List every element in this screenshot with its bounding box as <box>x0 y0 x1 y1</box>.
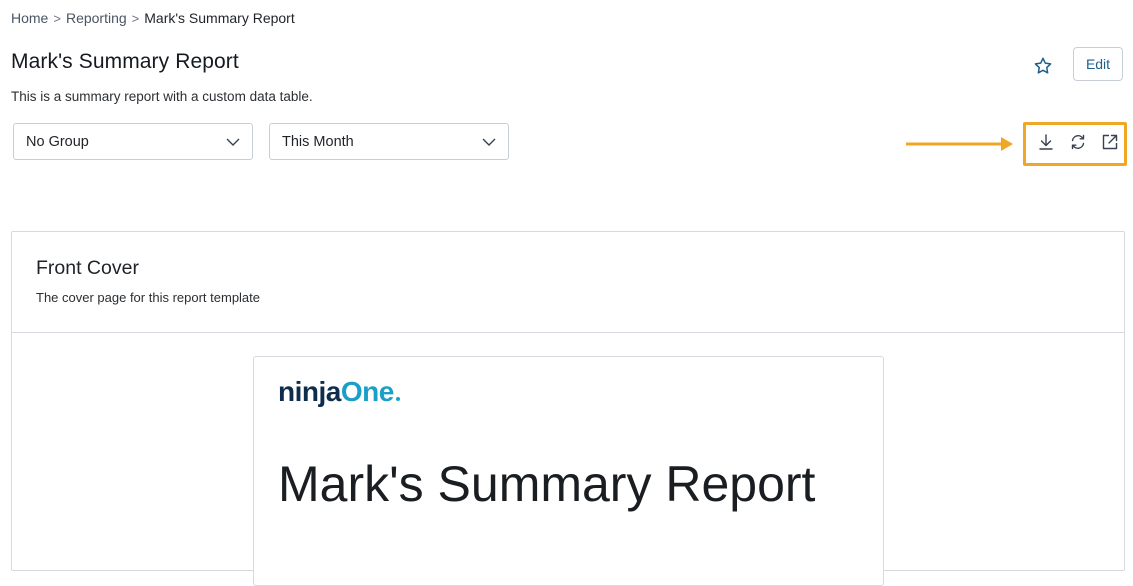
section-description: The cover page for this report template <box>36 290 261 305</box>
date-range-select[interactable]: This Month <box>269 123 509 160</box>
report-preview: Front Cover The cover page for this repo… <box>11 231 1125 586</box>
logo-dot <box>395 397 400 401</box>
group-select[interactable]: No Group <box>13 123 253 160</box>
breadcrumb-reporting[interactable]: Reporting <box>66 10 127 26</box>
favorite-button[interactable] <box>1031 54 1055 78</box>
annotation-arrow <box>906 137 1013 151</box>
open-external-button[interactable] <box>1099 131 1121 153</box>
cover-title: Mark's Summary Report <box>278 456 816 512</box>
cover-page: ninja One Mark's Summary Report <box>253 356 884 586</box>
refresh-icon <box>1071 134 1085 150</box>
chevron-down-icon <box>482 138 496 146</box>
group-select-value: No Group <box>26 133 89 150</box>
download-icon <box>1039 134 1053 150</box>
date-range-select-value: This Month <box>282 133 354 150</box>
breadcrumb-separator: > <box>131 10 140 26</box>
chevron-down-icon <box>226 138 240 146</box>
breadcrumb-current: Mark's Summary Report <box>144 10 295 26</box>
section-title: Front Cover <box>36 257 139 279</box>
logo-text-one: One <box>340 376 394 407</box>
breadcrumb-home[interactable]: Home <box>11 10 48 26</box>
star-icon <box>1034 57 1052 74</box>
download-button[interactable] <box>1035 131 1057 153</box>
edit-button[interactable]: Edit <box>1073 47 1123 81</box>
breadcrumb-separator: > <box>53 10 61 26</box>
open-external-icon <box>1102 134 1118 150</box>
page-description: This is a summary report with a custom d… <box>11 89 313 104</box>
breadcrumb: Home > Reporting > Mark's Summary Report <box>11 10 295 26</box>
ninjaone-logo: ninja One <box>278 376 400 408</box>
page-title: Mark's Summary Report <box>11 50 239 73</box>
logo-text-ninja: ninja <box>278 376 341 407</box>
refresh-button[interactable] <box>1067 131 1089 153</box>
section-header: Front Cover The cover page for this repo… <box>12 232 1124 333</box>
